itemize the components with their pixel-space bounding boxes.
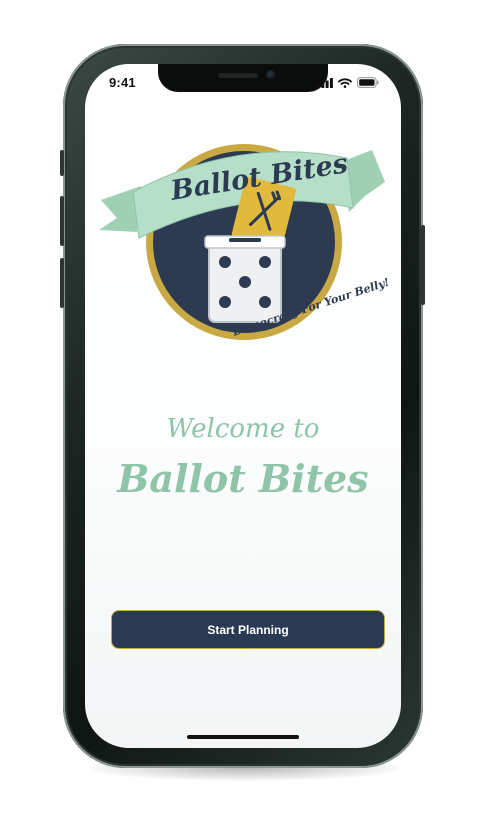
status-time: 9:41 (109, 75, 136, 90)
welcome-subtitle: Welcome to (166, 414, 320, 444)
notch (158, 64, 328, 92)
welcome-title: Ballot Bites (117, 456, 369, 501)
power-button (421, 225, 425, 305)
mute-switch (60, 150, 64, 176)
ballot-box-dice-icon (204, 235, 286, 323)
home-indicator[interactable] (187, 735, 299, 739)
stage: 9:41 Ballot Bites Democracy For Your Bel… (0, 0, 485, 825)
volume-down-button (60, 258, 64, 308)
wifi-icon (338, 77, 352, 88)
camera-icon (266, 70, 276, 80)
status-icons (317, 77, 379, 88)
volume-up-button (60, 196, 64, 246)
app-screen: 9:41 Ballot Bites Democracy For Your Bel… (85, 64, 401, 748)
signal-icon (317, 77, 333, 88)
battery-icon (357, 77, 379, 88)
speaker-grille (218, 73, 258, 78)
start-planning-button[interactable]: Start Planning (111, 610, 385, 649)
